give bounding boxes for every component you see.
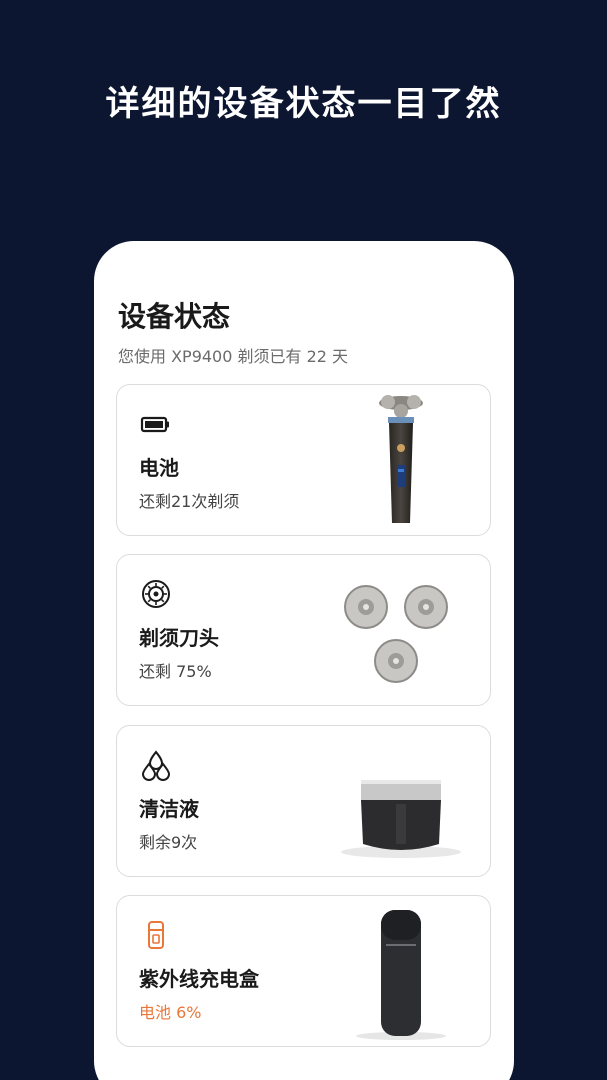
cleaning-fluid-icon — [141, 750, 171, 781]
uv-charging-box-icon — [148, 921, 164, 949]
blade-heads-image — [344, 585, 448, 683]
uv-box-label: 紫外线充电盒 — [139, 967, 259, 991]
shaver-image — [379, 395, 423, 523]
battery-card[interactable]: 电池 还剩21次剃须 — [116, 384, 491, 536]
page-headline: 详细的设备状态一目了然 — [105, 84, 502, 124]
battery-label: 电池 — [139, 456, 179, 480]
battery-icon — [140, 416, 169, 433]
blade-head-status: 还剩 75% — [139, 662, 212, 681]
battery-status: 还剩21次剃须 — [139, 492, 240, 511]
device-status-panel: 设备状态 您使用 XP9400 剃须已有 22 天 电池 还剩21次剃须 剃须刀… — [94, 241, 514, 1080]
cleaning-fluid-status: 剩余9次 — [139, 833, 198, 852]
uv-box-battery-status: 电池 6% — [139, 1003, 202, 1022]
uv-charging-box-card[interactable]: 紫外线充电盒 电池 6% — [116, 895, 491, 1047]
cleaning-fluid-label: 清洁液 — [139, 797, 199, 821]
blade-head-label: 剃须刀头 — [139, 626, 219, 650]
cleaning-cartridge-image — [341, 780, 461, 858]
panel-title: 设备状态 — [118, 300, 231, 333]
blade-head-icon — [142, 580, 170, 608]
cleaning-fluid-card[interactable]: 清洁液 剩余9次 — [116, 725, 491, 877]
usage-subtitle: 您使用 XP9400 剃须已有 22 天 — [118, 347, 349, 366]
uv-box-image — [356, 910, 446, 1040]
blade-head-card[interactable]: 剃须刀头 还剩 75% — [116, 554, 491, 706]
